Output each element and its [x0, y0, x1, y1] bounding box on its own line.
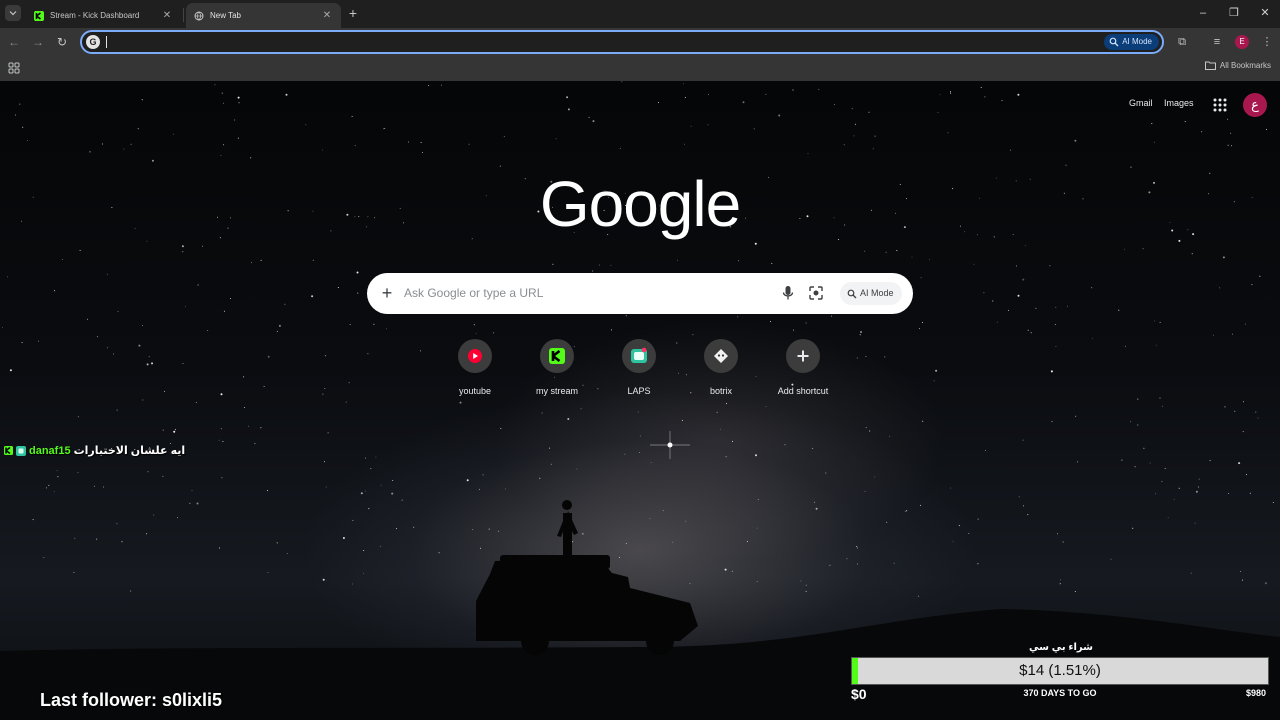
- all-bookmarks-button[interactable]: All Bookmarks: [1204, 61, 1271, 70]
- goal-days-label: 370 DAYS TO GO: [1023, 688, 1097, 698]
- folder-icon: [1204, 61, 1216, 70]
- minimize-icon[interactable]: –: [1194, 5, 1212, 21]
- address-bar[interactable]: G AI Mode: [80, 30, 1164, 54]
- tab-divider: [183, 8, 184, 22]
- ai-mode-button[interactable]: AI Mode: [1104, 34, 1159, 50]
- shortcut-icon-circle: [704, 339, 738, 373]
- toolbar: ← → ↻ G AI Mode ⧉ ≡ E ⋮: [0, 28, 1280, 56]
- laps-icon: [631, 347, 647, 363]
- tab-new-tab[interactable]: New Tab ✕: [186, 3, 341, 28]
- botrix-icon: [714, 349, 728, 363]
- ai-mode-label: AI Mode: [1122, 37, 1152, 46]
- google-logo: Google: [539, 168, 741, 240]
- google-icon: G: [86, 35, 100, 49]
- images-link[interactable]: Images: [1164, 98, 1194, 108]
- close-window-icon[interactable]: ✕: [1256, 5, 1274, 21]
- goal-amount: $14 (1.51%): [1019, 662, 1101, 679]
- close-icon[interactable]: ✕: [321, 10, 333, 21]
- plus-icon: [797, 350, 809, 362]
- shortcut-label: botrix: [709, 386, 732, 396]
- shortcut-laps[interactable]: LAPS: [599, 339, 679, 396]
- ai-mode-button[interactable]: AI Mode: [840, 282, 902, 305]
- shortcut-icon-circle: [458, 339, 492, 373]
- chat-message: ايه علشان الاختبارات: [73, 445, 186, 457]
- chevron-down-icon: [9, 11, 17, 16]
- menu-icon[interactable]: ⋮: [1260, 35, 1274, 49]
- shortcut-label: Add shortcut: [777, 386, 829, 396]
- bookmarks-bar: All Bookmarks: [0, 56, 1280, 81]
- profile-button[interactable]: E: [1235, 35, 1249, 49]
- apps-icon[interactable]: [8, 62, 20, 74]
- shortcut-label: youtube: [458, 386, 492, 396]
- tab-kick-dashboard[interactable]: Stream - Kick Dashboard ✕: [26, 3, 181, 28]
- new-tab-page: Gmail Images ع Google + Ask Google or ty…: [0, 81, 1280, 720]
- last-follower-label: Last follower: s0lixli5: [40, 690, 223, 710]
- goal-max-label: $980: [1246, 688, 1267, 698]
- shortcut-icon-circle: [786, 339, 820, 373]
- reload-icon[interactable]: ↻: [55, 35, 69, 49]
- shortcut-my-stream[interactable]: my stream: [517, 339, 597, 396]
- text-caret: [106, 36, 107, 48]
- account-avatar[interactable]: ع: [1243, 93, 1267, 117]
- goal-progress-bar: $14 (1.51%): [851, 657, 1269, 685]
- shortcut-label: LAPS: [627, 386, 651, 396]
- shortcut-youtube[interactable]: youtube: [435, 339, 515, 396]
- extensions-icon[interactable]: ⧉: [1175, 35, 1189, 49]
- goal-title: شراء بي سي: [1029, 642, 1093, 653]
- gmail-link[interactable]: Gmail: [1129, 98, 1153, 108]
- kick-icon: [549, 348, 565, 364]
- globe-icon: [194, 11, 204, 20]
- add-shortcut-button[interactable]: Add shortcut: [763, 339, 843, 396]
- chat-overlay-message: danaf15 ايه علشان الاختبارات: [4, 444, 185, 457]
- shortcut-icon-circle: [540, 339, 574, 373]
- back-icon[interactable]: ←: [7, 35, 21, 49]
- kick-badge-icon: [4, 446, 13, 455]
- subscriber-badge-icon: [16, 445, 26, 456]
- tab-title: New Tab: [210, 11, 241, 20]
- tab-title: Stream - Kick Dashboard: [50, 11, 140, 20]
- shortcut-icon-circle: [622, 339, 656, 373]
- media-controls-icon[interactable]: ≡: [1210, 35, 1224, 49]
- microphone-icon[interactable]: [781, 285, 795, 301]
- lens-icon[interactable]: [808, 285, 824, 301]
- forward-icon[interactable]: →: [31, 35, 45, 49]
- google-apps-icon[interactable]: [1213, 98, 1227, 112]
- new-tab-button[interactable]: +: [346, 5, 360, 21]
- tab-search-button[interactable]: [5, 5, 21, 21]
- shortcut-botrix[interactable]: botrix: [681, 339, 761, 396]
- ai-search-icon: [1109, 37, 1119, 47]
- search-placeholder: Ask Google or type a URL: [404, 286, 544, 300]
- chat-username: danaf15: [29, 444, 71, 457]
- ai-search-icon: [847, 289, 857, 298]
- restore-icon[interactable]: ❐: [1225, 5, 1243, 21]
- shortcut-label: my stream: [535, 386, 578, 396]
- tab-strip: Stream - Kick Dashboard ✕ New Tab ✕ + – …: [0, 0, 1280, 28]
- plus-icon[interactable]: +: [379, 284, 395, 302]
- kick-icon: [34, 10, 44, 21]
- all-bookmarks-label: All Bookmarks: [1219, 61, 1271, 70]
- youtube-icon: [468, 349, 482, 363]
- ai-mode-label: AI Mode: [860, 288, 894, 298]
- close-icon[interactable]: ✕: [161, 10, 173, 21]
- search-box[interactable]: + Ask Google or type a URL AI Mode: [367, 273, 913, 314]
